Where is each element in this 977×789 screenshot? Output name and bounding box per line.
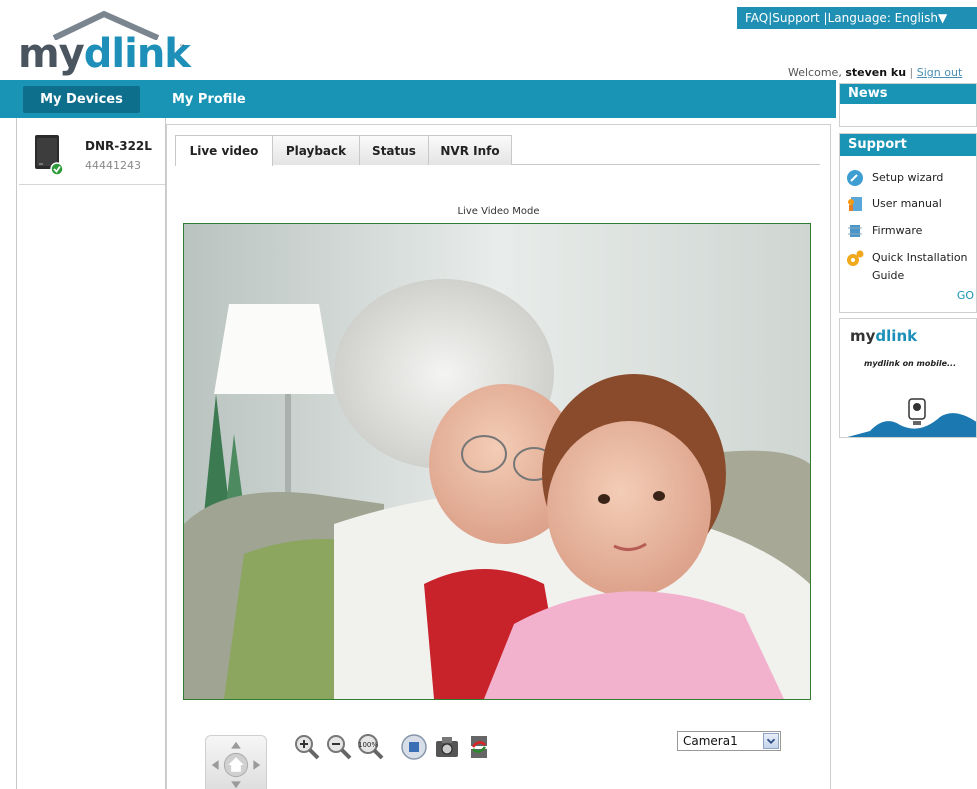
device-name: DNR-322L <box>85 139 152 153</box>
mydlink-mobile-promo[interactable]: mydlink mydlink on mobile... <box>839 318 977 438</box>
firmware-link[interactable]: Firmware <box>846 222 922 240</box>
support-panel: Support Setup wizard User manual Firmwar… <box>839 133 977 313</box>
language-selector[interactable]: Language: English▼ <box>828 11 948 25</box>
live-video-mode-label: Live Video Mode <box>457 206 540 217</box>
logo-wordmark: mydlink <box>18 31 191 77</box>
tab-live-video[interactable]: Live video <box>175 135 273 166</box>
news-panel: News <box>839 83 977 127</box>
sign-out-link[interactable]: Sign out <box>917 66 963 79</box>
user-name: steven ku <box>845 66 907 79</box>
camera-select-value: Camera1 <box>683 734 738 748</box>
support-go-link[interactable]: GO <box>957 289 974 302</box>
camera-select[interactable]: Camera1 <box>677 731 781 751</box>
support-title: Support <box>840 134 976 156</box>
device-panel: Live video Playback Status NVR Info Live… <box>166 124 831 789</box>
device-list: DNR-322L 44441243 <box>16 118 166 789</box>
zoom-100-icon[interactable]: 100% <box>357 733 385 761</box>
tab-playback[interactable]: Playback <box>272 135 360 165</box>
snapshot-icon[interactable] <box>433 733 461 761</box>
ptz-control-pad[interactable] <box>205 735 267 789</box>
online-check-icon <box>50 162 64 176</box>
top-links-bar: FAQ|Support |Language: English▼ <box>737 7 977 29</box>
setup-wizard-link[interactable]: Setup wizard <box>846 169 943 187</box>
chevron-down-icon[interactable] <box>763 733 779 749</box>
quick-install-guide-link[interactable]: Quick Installation <box>846 249 968 267</box>
promo-text: mydlink on mobile... <box>864 359 957 368</box>
nav-tab-my-profile[interactable]: My Profile <box>172 86 246 113</box>
device-id: 44441243 <box>85 159 141 172</box>
zoom-in-icon[interactable] <box>293 733 321 761</box>
tab-nvr-info[interactable]: NVR Info <box>428 135 512 165</box>
trademark-mark: ™ <box>179 44 185 51</box>
setup-wizard-icon <box>847 170 863 186</box>
quick-install-icon <box>847 250 864 266</box>
welcome-bar: Welcome, steven ku | Sign out <box>788 66 962 79</box>
promo-wave-graphic <box>847 413 976 437</box>
welcome-prefix: Welcome, <box>788 66 842 79</box>
user-manual-link[interactable]: User manual <box>846 195 942 213</box>
support-link[interactable]: Support <box>772 11 819 25</box>
main-nav: My Devices My Profile <box>0 80 836 118</box>
svg-text:100%: 100% <box>358 741 378 749</box>
recording-icon[interactable] <box>465 733 493 761</box>
firmware-icon <box>848 225 862 237</box>
zoom-out-icon[interactable] <box>325 733 353 761</box>
promo-logo: mydlink <box>850 327 918 345</box>
mydlink-logo: mydlink ™ <box>18 10 191 77</box>
news-title: News <box>840 84 976 104</box>
quick-install-guide-line2[interactable]: Guide <box>872 268 904 284</box>
ptz-home-icon[interactable] <box>206 736 266 789</box>
device-list-item[interactable]: DNR-322L 44441243 <box>19 121 165 185</box>
tab-status[interactable]: Status <box>359 135 429 165</box>
user-manual-icon <box>848 197 862 211</box>
faq-link[interactable]: FAQ <box>745 11 768 25</box>
live-video-feed[interactable] <box>183 223 811 700</box>
video-frame-image <box>184 224 810 699</box>
nav-tab-my-devices[interactable]: My Devices <box>23 86 140 113</box>
separator: | <box>909 66 914 79</box>
full-screen-icon[interactable] <box>400 733 428 761</box>
device-tabs: Live video Playback Status NVR Info <box>175 135 820 166</box>
nvr-device-icon <box>35 135 64 176</box>
